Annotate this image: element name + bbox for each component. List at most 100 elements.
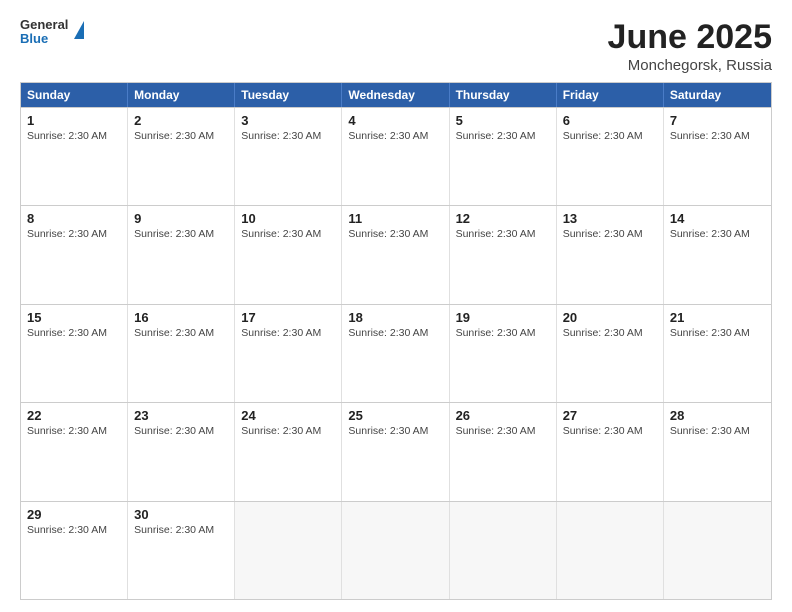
cell-jun-13: 13 Sunrise: 2:30 AM [557,206,664,303]
day-number: 18 [348,310,442,325]
header-sunday: Sunday [21,83,128,107]
cell-jun-19: 19 Sunrise: 2:30 AM [450,305,557,402]
sunrise-text: Sunrise: 2:30 AM [134,130,214,142]
day-number: 13 [563,211,657,226]
sunrise-text: Sunrise: 2:30 AM [670,130,750,142]
sunrise-text: Sunrise: 2:30 AM [134,524,214,536]
week-3: 15 Sunrise: 2:30 AM 16 Sunrise: 2:30 AM … [21,304,771,402]
cell-jun-2: 2 Sunrise: 2:30 AM [128,108,235,205]
cell-jun-28: 28 Sunrise: 2:30 AM [664,403,771,500]
cell-empty-2 [342,502,449,599]
day-number: 22 [27,408,121,423]
week-1: 1 Sunrise: 2:30 AM 2 Sunrise: 2:30 AM 3 … [21,107,771,205]
cell-jun-24: 24 Sunrise: 2:30 AM [235,403,342,500]
day-number: 10 [241,211,335,226]
sunrise-text: Sunrise: 2:30 AM [563,425,643,437]
day-number: 8 [27,211,121,226]
day-number: 16 [134,310,228,325]
sunrise-text: Sunrise: 2:30 AM [27,327,107,339]
cell-empty-1 [235,502,342,599]
header-friday: Friday [557,83,664,107]
cell-jun-25: 25 Sunrise: 2:30 AM [342,403,449,500]
cell-jun-5: 5 Sunrise: 2:30 AM [450,108,557,205]
day-number: 24 [241,408,335,423]
logo-blue: Blue [20,32,68,46]
sunrise-text: Sunrise: 2:30 AM [670,327,750,339]
cell-jun-7: 7 Sunrise: 2:30 AM [664,108,771,205]
sunrise-text: Sunrise: 2:30 AM [241,228,321,240]
header-tuesday: Tuesday [235,83,342,107]
week-5: 29 Sunrise: 2:30 AM 30 Sunrise: 2:30 AM [21,501,771,599]
cell-jun-16: 16 Sunrise: 2:30 AM [128,305,235,402]
sunrise-text: Sunrise: 2:30 AM [134,228,214,240]
calendar: Sunday Monday Tuesday Wednesday Thursday… [20,82,772,600]
calendar-header: Sunday Monday Tuesday Wednesday Thursday… [21,83,771,107]
header-monday: Monday [128,83,235,107]
logo-general: General [20,18,68,32]
day-number: 5 [456,113,550,128]
day-number: 17 [241,310,335,325]
header-saturday: Saturday [664,83,771,107]
sunrise-text: Sunrise: 2:30 AM [456,425,536,437]
cell-jun-4: 4 Sunrise: 2:30 AM [342,108,449,205]
cell-jun-12: 12 Sunrise: 2:30 AM [450,206,557,303]
cell-jun-15: 15 Sunrise: 2:30 AM [21,305,128,402]
cell-jun-17: 17 Sunrise: 2:30 AM [235,305,342,402]
week-4: 22 Sunrise: 2:30 AM 23 Sunrise: 2:30 AM … [21,402,771,500]
day-number: 4 [348,113,442,128]
day-number: 26 [456,408,550,423]
sunrise-text: Sunrise: 2:30 AM [27,524,107,536]
week-2: 8 Sunrise: 2:30 AM 9 Sunrise: 2:30 AM 10… [21,205,771,303]
logo-triangle-icon [74,21,84,39]
sunrise-text: Sunrise: 2:30 AM [563,228,643,240]
day-number: 9 [134,211,228,226]
sunrise-text: Sunrise: 2:30 AM [27,425,107,437]
header-thursday: Thursday [450,83,557,107]
cell-jun-20: 20 Sunrise: 2:30 AM [557,305,664,402]
cell-jun-23: 23 Sunrise: 2:30 AM [128,403,235,500]
day-number: 20 [563,310,657,325]
location-title: Monchegorsk, Russia [608,57,772,74]
cell-jun-30: 30 Sunrise: 2:30 AM [128,502,235,599]
day-number: 25 [348,408,442,423]
cell-jun-11: 11 Sunrise: 2:30 AM [342,206,449,303]
day-number: 14 [670,211,765,226]
day-number: 15 [27,310,121,325]
day-number: 12 [456,211,550,226]
cell-jun-3: 3 Sunrise: 2:30 AM [235,108,342,205]
cell-empty-4 [557,502,664,599]
cell-jun-8: 8 Sunrise: 2:30 AM [21,206,128,303]
cell-jun-27: 27 Sunrise: 2:30 AM [557,403,664,500]
cell-jun-10: 10 Sunrise: 2:30 AM [235,206,342,303]
sunrise-text: Sunrise: 2:30 AM [456,130,536,142]
cell-jun-6: 6 Sunrise: 2:30 AM [557,108,664,205]
day-number: 1 [27,113,121,128]
sunrise-text: Sunrise: 2:30 AM [563,327,643,339]
sunrise-text: Sunrise: 2:30 AM [348,228,428,240]
cell-jun-18: 18 Sunrise: 2:30 AM [342,305,449,402]
sunrise-text: Sunrise: 2:30 AM [27,130,107,142]
day-number: 27 [563,408,657,423]
page-header: General Blue June 2025 Monchegorsk, Russ… [20,18,772,74]
sunrise-text: Sunrise: 2:30 AM [456,327,536,339]
logo: General Blue [20,18,84,47]
day-number: 23 [134,408,228,423]
cell-jun-21: 21 Sunrise: 2:30 AM [664,305,771,402]
day-number: 6 [563,113,657,128]
month-year-title: June 2025 [608,18,772,57]
calendar-body: 1 Sunrise: 2:30 AM 2 Sunrise: 2:30 AM 3 … [21,107,771,599]
cell-jun-22: 22 Sunrise: 2:30 AM [21,403,128,500]
cell-jun-1: 1 Sunrise: 2:30 AM [21,108,128,205]
cell-jun-26: 26 Sunrise: 2:30 AM [450,403,557,500]
day-number: 2 [134,113,228,128]
calendar-page: General Blue June 2025 Monchegorsk, Russ… [0,0,792,612]
day-number: 19 [456,310,550,325]
sunrise-text: Sunrise: 2:30 AM [563,130,643,142]
cell-jun-14: 14 Sunrise: 2:30 AM [664,206,771,303]
day-number: 30 [134,507,228,522]
cell-empty-3 [450,502,557,599]
cell-jun-9: 9 Sunrise: 2:30 AM [128,206,235,303]
cell-jun-29: 29 Sunrise: 2:30 AM [21,502,128,599]
sunrise-text: Sunrise: 2:30 AM [348,130,428,142]
cell-empty-5 [664,502,771,599]
